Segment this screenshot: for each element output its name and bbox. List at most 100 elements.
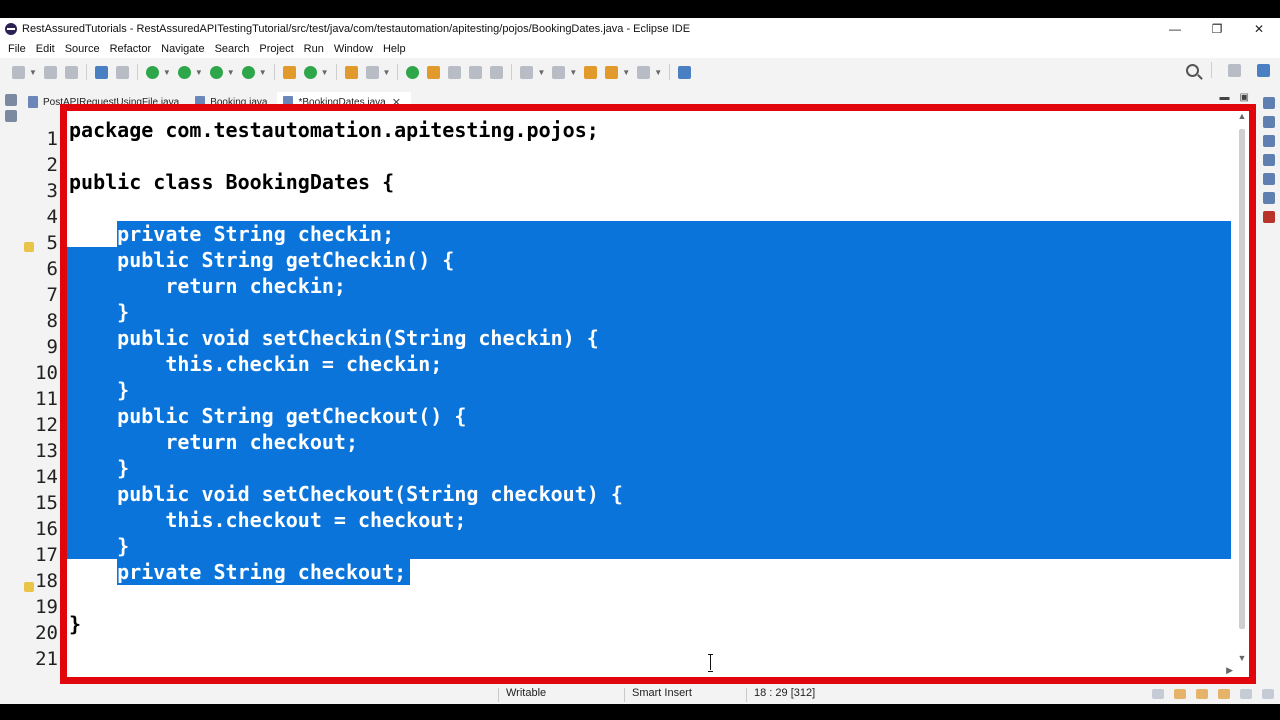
chevron-down-icon[interactable]: ▼ — [163, 68, 171, 77]
scroll-right-icon[interactable]: ▶ — [1226, 665, 1233, 676]
new-java-package-icon[interactable] — [282, 65, 296, 79]
code-line[interactable] — [67, 143, 1231, 169]
bookmark-icon[interactable] — [1218, 689, 1230, 699]
code-editor[interactable]: package com.testautomation.apitesting.po… — [67, 111, 1249, 677]
close-button[interactable]: ✕ — [1238, 18, 1280, 40]
status-cursor-position[interactable]: 18 : 29 [312] — [754, 687, 815, 699]
skip-breakpoints-icon[interactable] — [115, 65, 129, 79]
code-line-selected[interactable]: return checkout; — [67, 429, 1231, 455]
menu-navigate[interactable]: Navigate — [156, 43, 209, 55]
menu-run[interactable]: Run — [299, 43, 329, 55]
perspective-icon[interactable] — [1228, 63, 1241, 77]
task-list-icon[interactable] — [1263, 135, 1275, 147]
word-wrap-icon[interactable] — [469, 65, 483, 79]
restore-icon[interactable] — [1263, 97, 1275, 109]
restore-icon[interactable] — [5, 94, 17, 106]
code-line-selected[interactable]: this.checkout = checkout; — [67, 507, 1231, 533]
menu-project[interactable]: Project — [254, 43, 298, 55]
coverage-icon[interactable] — [209, 65, 223, 79]
chevron-down-icon[interactable]: ▼ — [227, 68, 235, 77]
chevron-down-icon[interactable]: ▼ — [654, 68, 662, 77]
java-perspective-icon[interactable] — [1257, 63, 1270, 77]
chevron-down-icon[interactable]: ▼ — [383, 68, 391, 77]
code-line[interactable] — [67, 195, 1231, 221]
menu-help[interactable]: Help — [378, 43, 411, 55]
menu-refactor[interactable]: Refactor — [105, 43, 157, 55]
new-java-class-icon[interactable] — [303, 65, 317, 79]
task-icon[interactable] — [1196, 689, 1208, 699]
scroll-down-icon[interactable]: ▼ — [1236, 653, 1248, 663]
search-tool-icon[interactable] — [365, 65, 379, 79]
minimize-editor-icon[interactable]: ▬ — [1220, 92, 1230, 103]
chevron-down-icon[interactable]: ▼ — [321, 68, 329, 77]
menu-file[interactable]: File — [3, 43, 31, 55]
code-line-selected[interactable]: public String getCheckout() { — [67, 403, 1231, 429]
forward-icon[interactable] — [637, 65, 651, 79]
menu-edit[interactable]: Edit — [31, 43, 60, 55]
code-line-selected[interactable]: } — [67, 299, 1231, 325]
save-icon[interactable] — [43, 65, 57, 79]
javadoc-icon[interactable] — [1263, 154, 1275, 166]
run-icon[interactable] — [177, 65, 191, 79]
code-line-selected[interactable]: } — [67, 533, 1231, 559]
code-line[interactable]: public class BookingDates { — [67, 169, 1231, 195]
status-writable: Writable — [506, 687, 547, 699]
code-line-selected[interactable]: return checkin; — [67, 273, 1231, 299]
menu-window[interactable]: Window — [329, 43, 378, 55]
chevron-down-icon[interactable]: ▼ — [569, 68, 577, 77]
scroll-thumb[interactable] — [1239, 129, 1245, 629]
next-annotation-icon[interactable] — [520, 65, 534, 79]
code-line-selected[interactable]: private String checkout; — [67, 559, 1231, 585]
junit-icon[interactable] — [1263, 211, 1275, 223]
code-line[interactable] — [67, 585, 1231, 611]
save-all-icon[interactable] — [64, 65, 78, 79]
chevron-down-icon[interactable]: ▼ — [622, 68, 630, 77]
code-line-selected[interactable]: public void setCheckout(String checkout)… — [67, 481, 1231, 507]
code-line-selected[interactable]: this.checkin = checkin; — [67, 351, 1231, 377]
chevron-down-icon[interactable]: ▼ — [259, 68, 267, 77]
show-whitespace-icon[interactable] — [490, 65, 504, 79]
vertical-scrollbar[interactable]: ▲ ▼ — [1236, 111, 1248, 663]
problems-icon[interactable] — [1240, 689, 1252, 699]
menu-search[interactable]: Search — [210, 43, 255, 55]
chevron-down-icon[interactable]: ▼ — [195, 68, 203, 77]
scroll-up-icon[interactable]: ▲ — [1236, 111, 1248, 121]
code-line[interactable] — [67, 637, 1231, 663]
open-type-icon[interactable] — [344, 65, 358, 79]
pin-editor-icon[interactable] — [678, 65, 692, 79]
code-line-selected[interactable]: public String getCheckin() { — [67, 247, 1231, 273]
minimize-button[interactable]: — — [1154, 18, 1196, 40]
toggle-annotation-icon[interactable] — [406, 65, 420, 79]
code-line-selected[interactable]: private String checkin; — [67, 221, 1231, 247]
previous-annotation-icon[interactable] — [552, 65, 566, 79]
status-trim-icons — [1152, 689, 1274, 699]
terminal-icon[interactable] — [94, 65, 108, 79]
new-icon[interactable] — [12, 65, 25, 79]
status-insert-mode[interactable]: Smart Insert — [632, 687, 692, 699]
package-explorer-icon[interactable] — [5, 110, 17, 122]
menu-source[interactable]: Source — [60, 43, 105, 55]
search-icon[interactable] — [1186, 63, 1199, 77]
code-line[interactable]: package com.testautomation.apitesting.po… — [67, 117, 1231, 143]
code-line-selected[interactable]: } — [67, 455, 1231, 481]
outline-icon[interactable] — [1263, 116, 1275, 128]
mark-occurrences-icon[interactable] — [427, 65, 441, 79]
maximize-button[interactable]: ❐ — [1196, 18, 1238, 40]
block-selection-icon[interactable] — [448, 65, 462, 79]
chevron-down-icon[interactable]: ▼ — [537, 68, 545, 77]
declaration-icon[interactable] — [1263, 173, 1275, 185]
code-line-selected[interactable]: public void setCheckin(String checkin) { — [67, 325, 1231, 351]
chevron-down-icon[interactable]: ▼ — [29, 68, 37, 77]
notification-icon[interactable] — [1174, 689, 1186, 699]
code-line-selected[interactable]: } — [67, 377, 1231, 403]
back-icon[interactable] — [605, 65, 619, 79]
last-edit-icon[interactable] — [584, 65, 598, 79]
progress-icon[interactable] — [1152, 689, 1164, 699]
debug-icon[interactable] — [145, 65, 159, 79]
horizontal-scrollbar[interactable]: ▶ — [67, 665, 1235, 677]
external-tools-icon[interactable] — [241, 65, 255, 79]
restore-trim-icon[interactable] — [1262, 689, 1274, 699]
maximize-editor-icon[interactable]: ▣ — [1240, 92, 1249, 103]
code-line[interactable]: } — [67, 611, 1231, 637]
console-icon[interactable] — [1263, 192, 1275, 204]
